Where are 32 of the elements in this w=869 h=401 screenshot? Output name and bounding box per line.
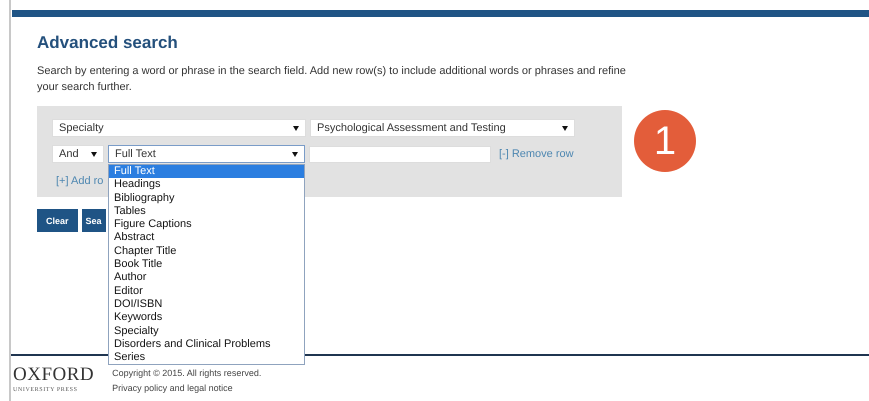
- dropdown-option[interactable]: Specialty: [109, 324, 304, 338]
- dropdown-option[interactable]: Bibliography: [109, 192, 304, 205]
- dropdown-option[interactable]: Full Text: [109, 165, 304, 178]
- dropdown-arrow-icon: [562, 126, 568, 130]
- search-button[interactable]: Sea: [82, 209, 106, 232]
- page-heading: Advanced search: [37, 33, 179, 53]
- copyright-text: Copyright © 2015. All rights reserved.: [112, 368, 262, 378]
- dropdown-option[interactable]: Disorders and Clinical Problems: [109, 338, 304, 352]
- dropdown-arrow-icon: [292, 152, 298, 156]
- field-select[interactable]: Full Text: [108, 145, 305, 163]
- clear-button[interactable]: Clear: [37, 209, 78, 232]
- value-select[interactable]: Psychological Assessment and Testing: [310, 119, 575, 137]
- step-badge: 1: [634, 110, 696, 172]
- dropdown-option[interactable]: Abstract: [109, 231, 304, 245]
- dropdown-option[interactable]: Editor: [109, 284, 304, 298]
- dropdown-option[interactable]: Tables: [109, 204, 304, 218]
- description-text: Search by entering a word or phrase in the search field. Add new row(s) to include additional words or phrases and refine your search further.: [37, 64, 627, 95]
- dropdown-option[interactable]: Keywords: [109, 311, 304, 325]
- publisher-logo: OXFORD: [13, 366, 94, 384]
- search-input-field[interactable]: [309, 146, 491, 162]
- dropdown-arrow-icon: [293, 126, 299, 130]
- dropdown-option[interactable]: Book Title: [109, 258, 304, 272]
- privacy-link[interactable]: Privacy policy and legal notice: [112, 383, 262, 393]
- dropdown-option[interactable]: Figure Captions: [109, 218, 304, 232]
- dropdown-option[interactable]: Author: [109, 271, 304, 285]
- operator-select[interactable]: And: [52, 145, 104, 163]
- dropdown-option[interactable]: Series: [109, 351, 304, 364]
- dropdown-option[interactable]: Headings: [109, 178, 304, 192]
- dropdown-option[interactable]: DOI/ISBN: [109, 298, 304, 312]
- dropdown-arrow-icon: [91, 152, 97, 156]
- field-select[interactable]: Specialty: [52, 119, 306, 137]
- dropdown-option[interactable]: Chapter Title: [109, 244, 304, 258]
